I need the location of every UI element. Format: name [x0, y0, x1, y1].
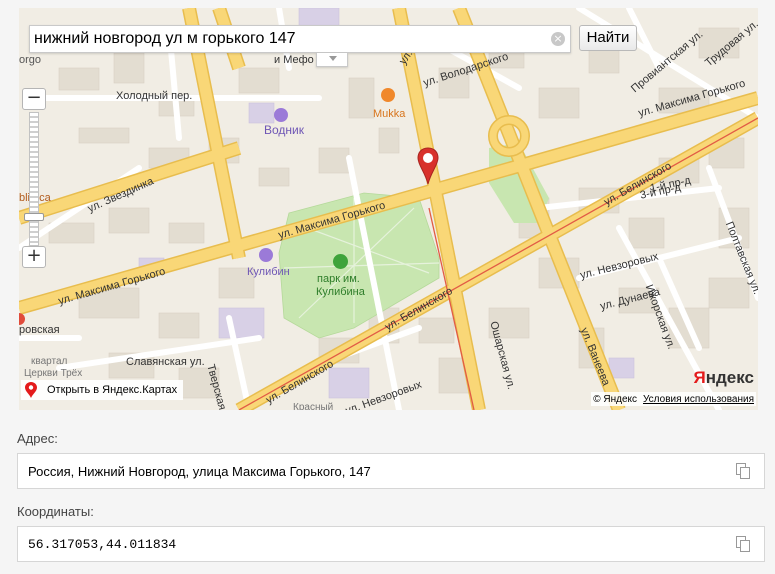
district-label: квартал	[31, 356, 68, 367]
zoom-slider-thumb[interactable]	[24, 213, 44, 221]
street-label: Холодный пер.	[116, 90, 193, 102]
search-dropdown-toggle[interactable]	[316, 53, 348, 67]
map-pin-icon	[25, 382, 37, 398]
zoom-in-button[interactable]: +	[22, 246, 46, 268]
search-field-box: ×	[29, 25, 571, 53]
hotel-poi-icon[interactable]	[259, 248, 273, 262]
park-poi-icon[interactable]	[333, 254, 348, 269]
coordinates-label: Координаты:	[17, 504, 94, 519]
poi-label: Водник	[264, 123, 304, 137]
logo-first-letter: Я	[693, 368, 706, 387]
terms-link[interactable]: Условия использования	[643, 394, 754, 405]
district-label: Церкви Трёх	[24, 368, 83, 379]
poi-label: и Мефо	[274, 54, 314, 66]
address-value: Россия, Нижний Новгород, улица Максима Г…	[28, 464, 371, 479]
poi-label: Кулибина	[316, 286, 365, 298]
street-label: Славянская ул.	[126, 356, 205, 368]
search-input[interactable]	[30, 26, 550, 52]
copy-icon[interactable]	[736, 463, 750, 479]
map-search-bar: × Найти	[29, 25, 637, 67]
vodnik-poi-icon[interactable]	[274, 108, 288, 122]
copyright-text: © Яндекс	[593, 393, 637, 405]
zoom-out-button[interactable]: −	[22, 88, 46, 110]
address-label: Адрес:	[17, 431, 58, 446]
coordinates-value: 56.317053,44.011834	[28, 537, 177, 552]
poi-label: Mukka	[373, 108, 406, 120]
poi-label: orgo	[19, 54, 42, 66]
chevron-down-icon	[329, 56, 337, 61]
yandex-logo: Яндекс	[694, 368, 754, 388]
map-copyright: © Яндекс Условия использования	[591, 392, 756, 406]
logo-rest: ндекс	[705, 368, 754, 387]
open-link-label: Открыть в Яндекс.Картах	[47, 384, 178, 396]
clear-search-icon[interactable]: ×	[551, 32, 565, 46]
address-field[interactable]: Россия, Нижний Новгород, улица Максима Г…	[17, 453, 765, 489]
mukka-poi-icon[interactable]	[381, 88, 395, 102]
zoom-slider-track[interactable]	[29, 112, 39, 246]
poi-label: парк им.	[317, 273, 360, 285]
open-in-yandex-maps-link[interactable]: Открыть в Яндекс.Картах	[21, 380, 184, 400]
metro-label: ровская	[19, 324, 60, 336]
copy-icon[interactable]	[736, 536, 750, 552]
search-button[interactable]: Найти	[579, 25, 637, 51]
coordinates-field[interactable]: 56.317053,44.011834	[17, 526, 765, 562]
map-base-layer	[19, 8, 758, 410]
map-view[interactable]: ул. Звездинка Холодный пер. ул. Максима …	[19, 8, 758, 410]
page: ул. Звездинка Холодный пер. ул. Максима …	[0, 0, 775, 574]
zoom-control: − +	[22, 88, 46, 268]
location-marker-icon[interactable]	[416, 146, 440, 186]
district-label: Красный	[293, 402, 334, 410]
poi-label: Кулибин	[247, 266, 290, 278]
